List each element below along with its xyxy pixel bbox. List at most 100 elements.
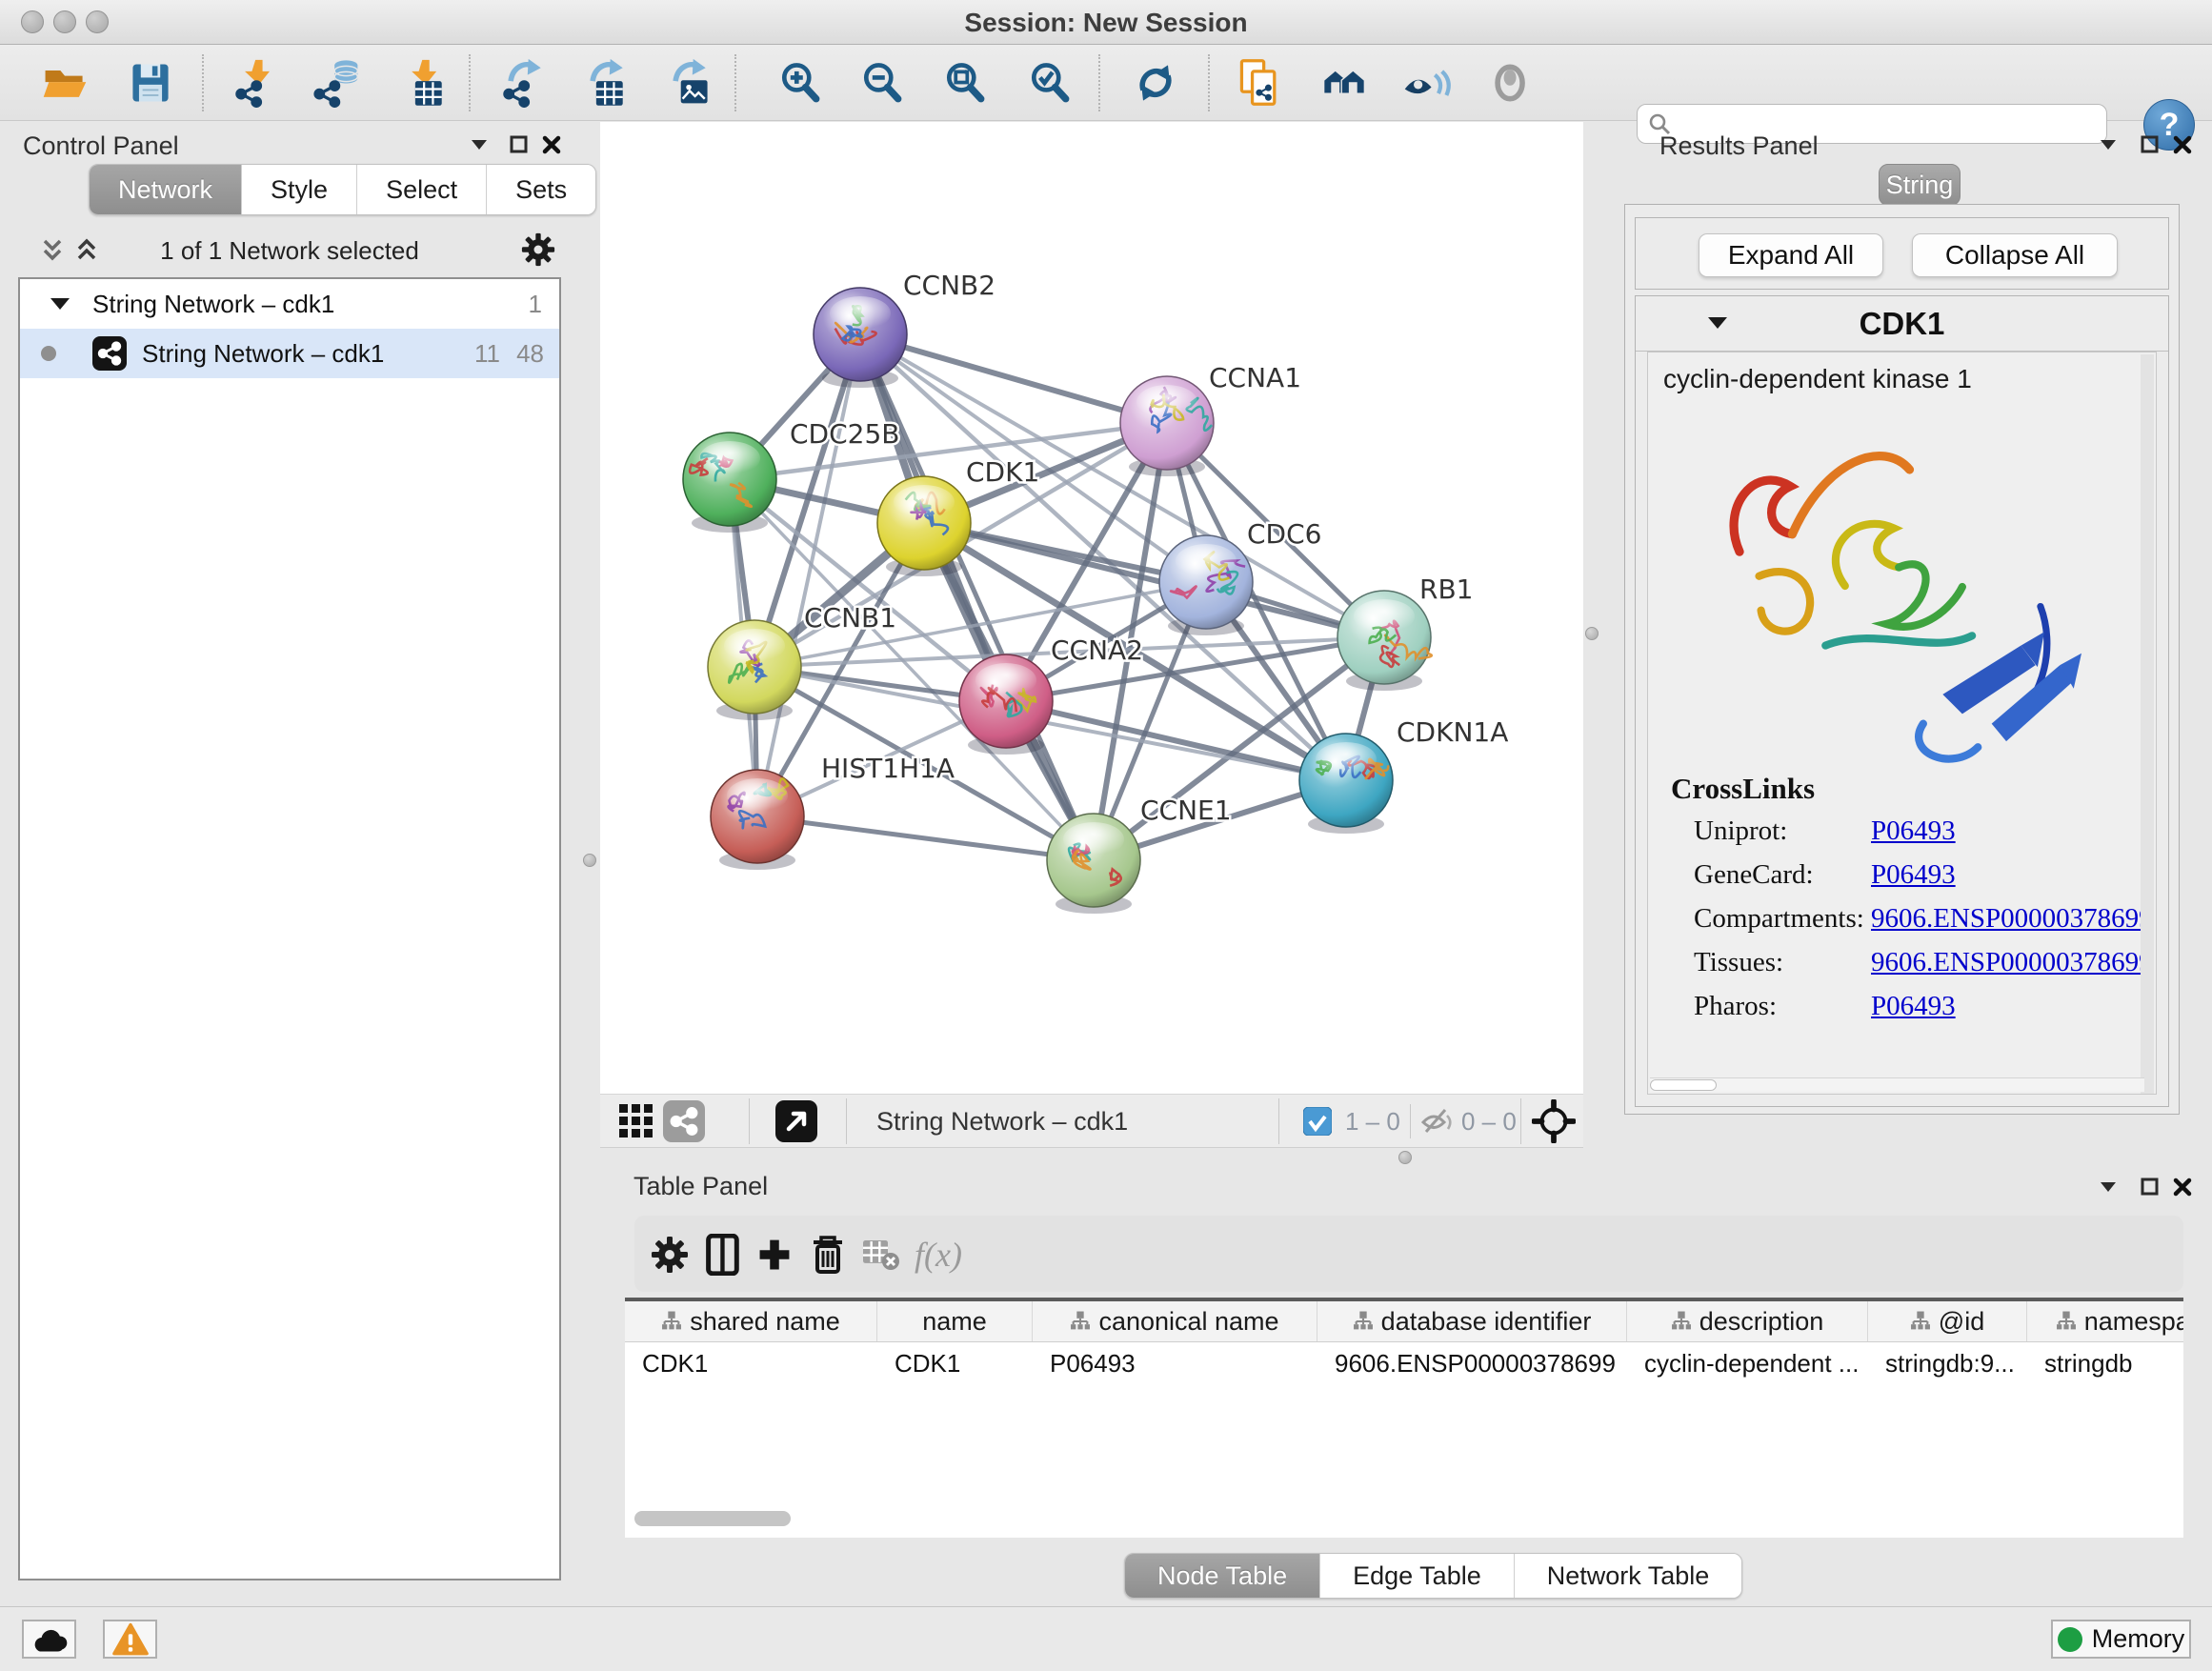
table-settings-icon[interactable] <box>648 1233 692 1277</box>
table-cell[interactable]: CDK1 <box>625 1342 877 1384</box>
show-columns-icon[interactable] <box>701 1233 745 1277</box>
column-header-description[interactable]: description <box>1627 1301 1868 1341</box>
expand-all-button[interactable]: Expand All <box>1699 233 1883 277</box>
crosslink-value-link[interactable]: P06493 <box>1871 815 1956 847</box>
table-cell[interactable]: P06493 <box>1033 1342 1317 1384</box>
import-network-icon[interactable] <box>231 56 284 110</box>
column-header-database-identifier[interactable]: database identifier <box>1317 1301 1627 1341</box>
results-horizontal-scrollbar[interactable] <box>1650 1077 2144 1092</box>
network-node-CDKN1A[interactable] <box>1299 734 1393 834</box>
network-node-CDK1[interactable] <box>877 476 971 576</box>
import-table-icon[interactable] <box>399 56 452 110</box>
table-row[interactable]: CDK1CDK1P064939606.ENSP00000378699cyclin… <box>625 1342 2183 1384</box>
titlebar: Session: New Session <box>0 0 2212 45</box>
cloud-button[interactable] <box>22 1620 76 1659</box>
tree-collapse-icon[interactable] <box>49 294 71 313</box>
gene-section-header[interactable]: CDK1 <box>1636 296 2168 352</box>
results-panel-menu-icon[interactable] <box>2096 133 2121 156</box>
table-cell[interactable]: CDK1 <box>877 1342 1033 1384</box>
network-edge[interactable] <box>1006 701 1346 780</box>
crosslink-row: Compartments:9606.ENSP00000378699 <box>1694 903 2151 947</box>
toolbar-separator <box>469 54 471 111</box>
export-table-icon[interactable] <box>580 56 633 110</box>
window-statusbar: Memory <box>0 1606 2212 1671</box>
tab-node-table[interactable]: Node Table <box>1125 1554 1320 1598</box>
scrollbar-thumb[interactable] <box>1650 1079 1717 1091</box>
control-panel-close-icon[interactable] <box>539 133 564 156</box>
tab-style[interactable]: Style <box>242 165 357 214</box>
string-badge-icon[interactable] <box>663 1100 705 1142</box>
save-session-icon[interactable] <box>124 56 177 110</box>
column-header-canonical-name[interactable]: canonical name <box>1033 1301 1317 1341</box>
table-panel-float-icon[interactable] <box>2138 1176 2162 1198</box>
network-node-CCNA1[interactable] <box>1120 376 1214 476</box>
crosslink-value-link[interactable]: P06493 <box>1871 859 1956 891</box>
center-view-icon[interactable] <box>1532 1100 1576 1142</box>
network-node-CDC25B[interactable] <box>683 433 776 533</box>
crosslink-value-link[interactable]: P06493 <box>1871 991 1956 1022</box>
refresh-icon[interactable] <box>1129 56 1182 110</box>
zoom-in-icon[interactable] <box>774 56 827 110</box>
zoom-fit-icon[interactable] <box>938 56 992 110</box>
delete-column-icon[interactable] <box>806 1233 850 1277</box>
collapse-all-button[interactable]: Collapse All <box>1912 233 2118 277</box>
table-cell[interactable]: 9606.ENSP00000378699 <box>1317 1342 1627 1384</box>
network-node-CCNE1[interactable] <box>1047 814 1140 914</box>
control-panel-menu-icon[interactable] <box>467 133 492 156</box>
network-graph[interactable]: CCNB2CCNA1CDC25BCDK1CDC6RB1CCNB1CCNA2CDK… <box>600 122 1583 1094</box>
column-header-name[interactable]: name <box>877 1301 1033 1341</box>
export-image-icon[interactable] <box>663 56 716 110</box>
tab-network[interactable]: Network <box>90 165 242 214</box>
add-column-icon[interactable] <box>753 1233 796 1277</box>
zoom-selected-icon[interactable] <box>1023 56 1076 110</box>
memory-button[interactable]: Memory <box>2051 1620 2191 1659</box>
table-cell[interactable]: stringdb <box>2027 1342 2183 1384</box>
import-network-database-icon[interactable] <box>311 56 364 110</box>
network-options-gear-icon[interactable] <box>521 232 555 267</box>
network-edge[interactable] <box>757 816 1094 860</box>
tab-edge-table[interactable]: Edge Table <box>1320 1554 1515 1598</box>
column-header-shared-name[interactable]: shared name <box>625 1301 877 1341</box>
tab-sets[interactable]: Sets <box>487 165 595 214</box>
export-network-icon[interactable] <box>498 56 552 110</box>
network-canvas[interactable]: CCNB2CCNA1CDC25BCDK1CDC6RB1CCNB1CCNA2CDK… <box>600 122 1583 1094</box>
table-horizontal-scrollbar[interactable] <box>634 1511 791 1526</box>
tab-select[interactable]: Select <box>357 165 487 214</box>
hide-selected-icon[interactable] <box>1399 56 1453 110</box>
open-session-icon[interactable] <box>38 56 91 110</box>
crosslink-value-link[interactable]: 9606.ENSP00000378699 <box>1871 903 2153 935</box>
crosslink-value-link[interactable]: 9606.ENSP00000378699 <box>1871 947 2153 978</box>
bottom-splitter-handle[interactable] <box>1398 1151 1412 1164</box>
show-graphics-details-icon[interactable] <box>1484 56 1538 110</box>
detach-view-icon[interactable] <box>775 1100 817 1142</box>
results-panel-float-icon[interactable] <box>2138 133 2162 156</box>
left-splitter-handle[interactable] <box>583 854 596 867</box>
selected-nodes-checkbox[interactable] <box>1303 1100 1332 1142</box>
column-header-namespace[interactable]: namespace <box>2027 1301 2183 1341</box>
table-cell[interactable]: cyclin-dependent ... <box>1627 1342 1868 1384</box>
new-network-from-selection-icon[interactable] <box>1233 56 1286 110</box>
table-panel-close-icon[interactable] <box>2170 1176 2195 1198</box>
node-count: 11 <box>474 339 500 369</box>
grid-view-icon[interactable] <box>619 1100 654 1142</box>
hidden-eye-icon[interactable] <box>1421 1100 1454 1142</box>
results-vertical-scrollbar[interactable] <box>2141 354 2154 1094</box>
table-panel-menu-icon[interactable] <box>2096 1176 2121 1198</box>
network-edge[interactable] <box>757 334 860 816</box>
tab-string[interactable]: String <box>1879 164 1961 206</box>
network-tree-item-row[interactable]: String Network – cdk1 11 48 <box>20 329 559 378</box>
network-tree-root-row[interactable]: String Network – cdk1 1 <box>20 279 559 329</box>
table-cell[interactable]: stringdb:9... <box>1868 1342 2027 1384</box>
delete-table-icon <box>859 1233 903 1277</box>
zoom-out-icon[interactable] <box>855 56 909 110</box>
network-node-CCNB1[interactable] <box>708 620 801 720</box>
control-panel-float-icon[interactable] <box>507 133 532 156</box>
network-node-HIST1H1A[interactable] <box>711 770 804 870</box>
results-panel-close-icon[interactable] <box>2170 133 2195 156</box>
first-neighbors-icon[interactable] <box>1317 56 1371 110</box>
warnings-button[interactable] <box>103 1620 157 1659</box>
right-splitter-handle[interactable] <box>1585 627 1599 640</box>
tab-network-table[interactable]: Network Table <box>1515 1554 1742 1598</box>
network-node-RB1[interactable] <box>1337 591 1432 691</box>
column-header-@id[interactable]: @id <box>1868 1301 2027 1341</box>
